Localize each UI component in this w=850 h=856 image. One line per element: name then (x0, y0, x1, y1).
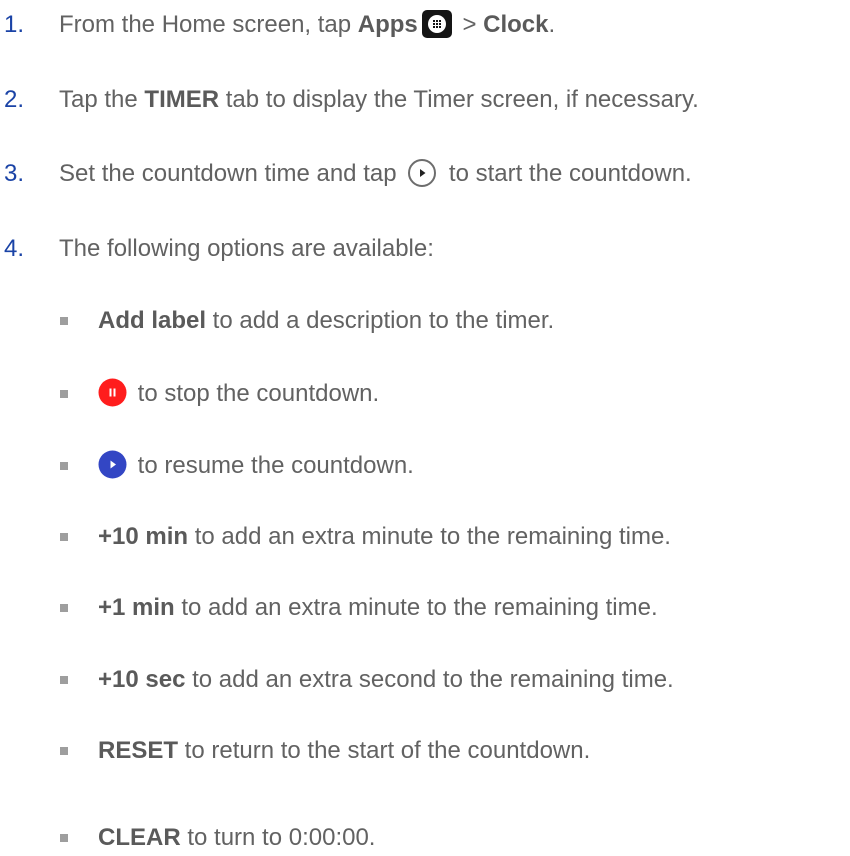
bullet-icon (60, 747, 68, 755)
option-label: Add label (98, 307, 207, 334)
pause-icon (98, 378, 127, 407)
step-number: 2. (4, 86, 25, 113)
option-text: to resume the countdown. (98, 448, 414, 484)
option-label: +10 min (98, 523, 189, 550)
bullet-icon (60, 533, 68, 541)
step-number: 4. (4, 235, 25, 262)
bullet-icon (60, 676, 68, 684)
apps-icon (421, 9, 452, 38)
step-number: 1. (4, 11, 25, 38)
play-icon (98, 450, 127, 479)
option-text: CLEAR to turn to 0:00:00. (98, 824, 376, 851)
option-text: to stop the countdown. (98, 376, 379, 412)
step-text: The following options are available: (59, 235, 434, 262)
option-label: RESET (98, 737, 179, 764)
step-number: 3. (4, 160, 25, 187)
option-label: +10 sec (98, 666, 186, 693)
option-text: RESET to return to the start of the coun… (98, 737, 591, 764)
bullet-icon (60, 317, 68, 325)
apps-label: Apps (357, 11, 418, 38)
option-label: +1 min (98, 594, 175, 621)
step-text: From the Home screen, tap Apps > Clock. (59, 9, 556, 38)
option-text: +1 min to add an extra minute to the rem… (98, 594, 658, 621)
option-text: +10 min to add an extra minute to the re… (98, 523, 671, 550)
timer-tab-label: TIMER (144, 86, 220, 113)
play-outline-icon (407, 158, 437, 188)
option-label: CLEAR (98, 824, 181, 851)
bullet-icon (60, 462, 68, 470)
clock-label: Clock (483, 11, 549, 38)
bullet-icon (60, 834, 68, 842)
step-text: Tap the TIMER tab to display the Timer s… (59, 86, 699, 113)
option-text: Add label to add a description to the ti… (98, 307, 555, 334)
bullet-icon (60, 604, 68, 612)
step-text: Set the countdown time and tap to start … (59, 156, 692, 192)
option-text: +10 sec to add an extra second to the re… (98, 666, 674, 693)
bullet-icon (60, 390, 68, 398)
